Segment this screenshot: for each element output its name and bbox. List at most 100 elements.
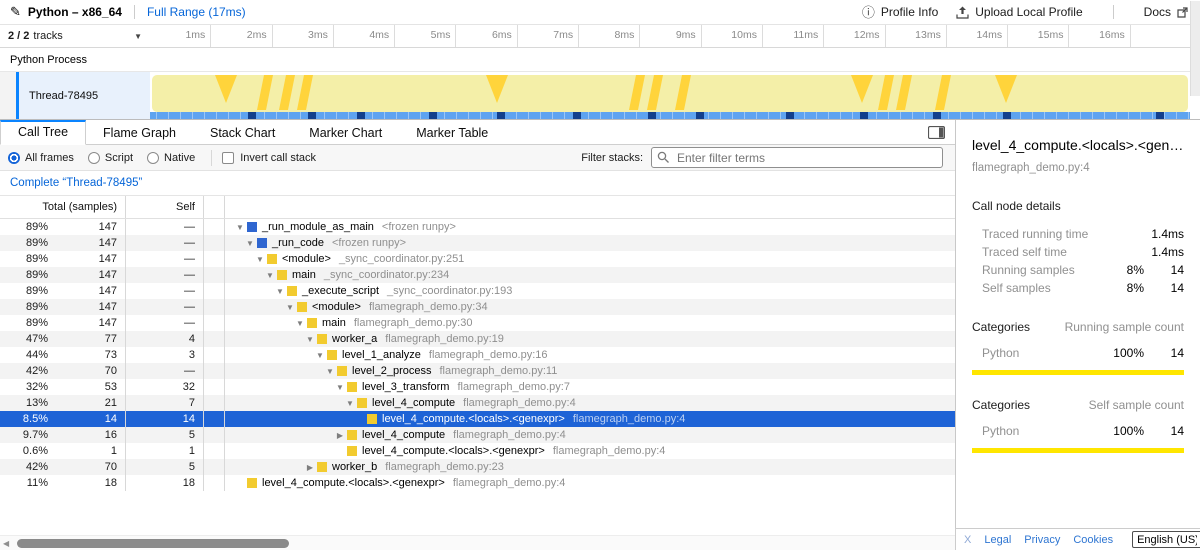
- table-row[interactable]: 32%5332▼level_3_transformflamegraph_demo…: [0, 379, 955, 395]
- info-icon: ⓘ: [862, 6, 875, 19]
- ruler-tick: 7ms: [518, 25, 579, 47]
- table-row[interactable]: 89%147—▼_run_module_as_main<frozen runpy…: [0, 219, 955, 235]
- collapse-icon[interactable]: ▼: [333, 383, 347, 392]
- category-square-icon: [317, 462, 327, 472]
- edit-pencil-icon[interactable]: ✎: [10, 4, 21, 20]
- total-samples: 147: [48, 269, 125, 281]
- total-samples: 73: [48, 349, 125, 361]
- table-row[interactable]: 42%705▶worker_bflamegraph_demo.py:23: [0, 459, 955, 475]
- table-row[interactable]: 89%147—▼<module>flamegraph_demo.py:34: [0, 299, 955, 315]
- expand-icon[interactable]: ▶: [333, 431, 347, 440]
- table-row[interactable]: 8.5%1414level_4_compute.<locals>.<genexp…: [0, 411, 955, 427]
- table-row[interactable]: 42%70—▼level_2_processflamegraph_demo.py…: [0, 363, 955, 379]
- ruler-tick: 11ms: [763, 25, 824, 47]
- function-name: _execute_script: [302, 285, 379, 297]
- function-location: flamegraph_demo.py:4: [453, 429, 566, 441]
- table-row[interactable]: 89%147—▼_execute_script_sync_coordinator…: [0, 283, 955, 299]
- collapse-icon[interactable]: ▼: [303, 335, 317, 344]
- scroll-left-arrow-icon[interactable]: ◀: [3, 539, 9, 548]
- collapse-icon[interactable]: ▼: [233, 223, 247, 232]
- radio-all-frames[interactable]: All frames: [8, 152, 74, 164]
- scrollbar-thumb[interactable]: [17, 539, 289, 548]
- tracks-scrollbar[interactable]: [1190, 1, 1200, 96]
- self-samples: —: [126, 251, 204, 267]
- function-name: level_4_compute.<locals>.<genexpr>: [362, 445, 545, 457]
- column-gap: [204, 443, 225, 459]
- total-percent: 89%: [0, 301, 48, 313]
- upload-profile-button[interactable]: Upload Local Profile: [956, 5, 1082, 19]
- category-square-icon: [247, 478, 257, 488]
- category-square-icon: [277, 270, 287, 280]
- thread-activity-graph[interactable]: [150, 72, 1200, 119]
- tab-call-tree[interactable]: Call Tree: [0, 120, 86, 145]
- tab-flame-graph[interactable]: Flame Graph: [86, 120, 193, 144]
- detail-label: Traced self time: [972, 245, 1102, 259]
- table-row[interactable]: 44%733▼level_1_analyzeflamegraph_demo.py…: [0, 347, 955, 363]
- sidebar-file-location: flamegraph_demo.py:4: [972, 162, 1184, 174]
- filter-stacks-input[interactable]: [651, 147, 943, 168]
- upload-label: Upload Local Profile: [975, 5, 1082, 19]
- footer-link-cookies[interactable]: Cookies: [1073, 534, 1113, 546]
- collapse-icon[interactable]: ▼: [313, 351, 327, 360]
- radio-script[interactable]: Script: [88, 152, 133, 164]
- table-row[interactable]: 89%147—▼<module>_sync_coordinator.py:251: [0, 251, 955, 267]
- column-gap: [204, 196, 225, 218]
- language-select[interactable]: English (US): [1132, 531, 1200, 548]
- thread-track[interactable]: Thread-78495: [0, 72, 1200, 119]
- profile-info-button[interactable]: ⓘ Profile Info: [862, 5, 938, 19]
- collapse-icon[interactable]: ▼: [273, 287, 287, 296]
- collapse-icon[interactable]: ▼: [243, 239, 257, 248]
- tab-stack-chart[interactable]: Stack Chart: [193, 120, 292, 144]
- footer-link-privacy[interactable]: Privacy: [1024, 534, 1060, 546]
- tracks-selector[interactable]: 2 / 2 tracks ▼: [0, 25, 150, 47]
- function-location: flamegraph_demo.py:7: [457, 381, 570, 393]
- table-row[interactable]: 47%774▼worker_aflamegraph_demo.py:19: [0, 331, 955, 347]
- collapse-icon[interactable]: ▼: [323, 367, 337, 376]
- tab-marker-chart[interactable]: Marker Chart: [292, 120, 399, 144]
- ruler-tick: 8ms: [579, 25, 640, 47]
- collapse-icon[interactable]: ▼: [293, 319, 307, 328]
- total-percent: 13%: [0, 397, 48, 409]
- ruler-tick: 3ms: [273, 25, 334, 47]
- collapse-icon[interactable]: ▼: [343, 399, 357, 408]
- thread-track-label[interactable]: Thread-78495: [19, 72, 150, 119]
- category-square-icon: [347, 382, 357, 392]
- invert-callstack-checkbox[interactable]: Invert call stack: [222, 152, 316, 164]
- function-location: flamegraph_demo.py:4: [453, 477, 566, 489]
- open-sidebar-button[interactable]: [928, 126, 945, 139]
- column-gap: [204, 219, 225, 235]
- total-percent: 11%: [0, 477, 48, 489]
- process-track-header[interactable]: Python Process: [0, 48, 1200, 72]
- breadcrumb-root[interactable]: Complete “Thread-78495”: [10, 177, 142, 189]
- column-gap: [204, 251, 225, 267]
- column-total-header[interactable]: Total (samples): [0, 196, 126, 218]
- sidebar-function-name: level_4_compute.<locals>.<genexpr>: [972, 137, 1184, 153]
- table-row[interactable]: 0.6%11level_4_compute.<locals>.<genexpr>…: [0, 443, 955, 459]
- table-row[interactable]: 13%217▼level_4_computeflamegraph_demo.py…: [0, 395, 955, 411]
- footer-link-x[interactable]: X: [964, 534, 971, 546]
- collapse-icon[interactable]: ▼: [263, 271, 277, 280]
- table-row[interactable]: 89%147—▼mainflamegraph_demo.py:30: [0, 315, 955, 331]
- full-range-link[interactable]: Full Range (17ms): [147, 5, 246, 19]
- timeline-ruler: 2 / 2 tracks ▼ 1ms2ms3ms4ms5ms6ms7ms8ms9…: [0, 25, 1200, 48]
- detail-row: Running samples8%14: [972, 261, 1184, 279]
- upload-icon: [956, 6, 969, 19]
- total-samples: 1: [48, 445, 125, 457]
- radio-native[interactable]: Native: [147, 152, 195, 164]
- categories-subtitle: Self sample count: [1089, 398, 1184, 412]
- table-row[interactable]: 89%147—▼_run_code<frozen runpy>: [0, 235, 955, 251]
- column-self-header[interactable]: Self: [126, 196, 204, 218]
- collapse-icon[interactable]: ▼: [283, 303, 297, 312]
- table-row[interactable]: 11%1818level_4_compute.<locals>.<genexpr…: [0, 475, 955, 491]
- language-select-wrap: English (US) ▼: [1132, 531, 1200, 548]
- expand-icon[interactable]: ▶: [303, 463, 317, 472]
- docs-link[interactable]: Docs: [1144, 5, 1188, 19]
- footer-links: X Legal Privacy Cookies: [964, 534, 1113, 546]
- table-row[interactable]: 89%147—▼main_sync_coordinator.py:234: [0, 267, 955, 283]
- function-location: _sync_coordinator.py:234: [324, 269, 449, 281]
- tab-marker-table[interactable]: Marker Table: [399, 120, 505, 144]
- footer-link-legal[interactable]: Legal: [984, 534, 1011, 546]
- collapse-icon[interactable]: ▼: [253, 255, 267, 264]
- column-gap: [204, 283, 225, 299]
- table-row[interactable]: 9.7%165▶level_4_computeflamegraph_demo.p…: [0, 427, 955, 443]
